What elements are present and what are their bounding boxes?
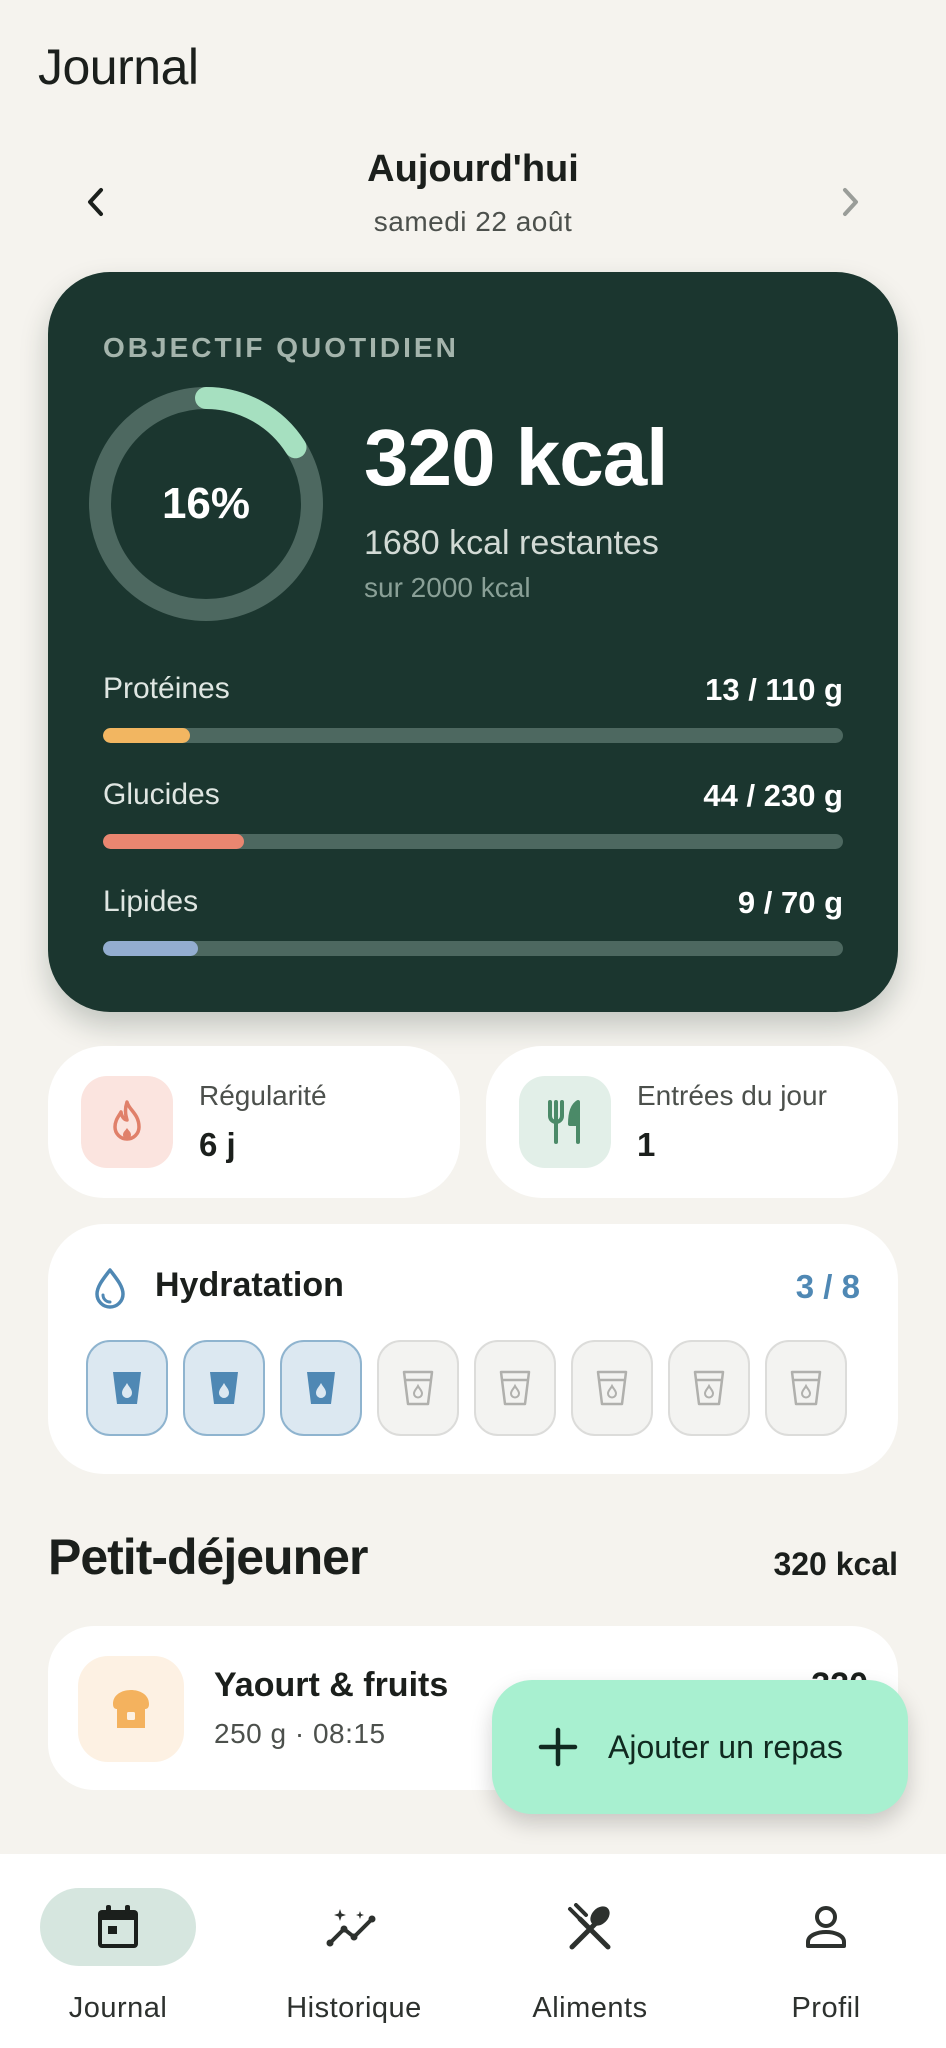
plus-icon bbox=[538, 1727, 578, 1767]
chevron-right-icon bbox=[843, 188, 858, 216]
water-glass[interactable] bbox=[474, 1340, 556, 1436]
date-title: Aujourd'hui bbox=[367, 148, 579, 190]
entries-value: 1 bbox=[637, 1126, 656, 1163]
nav-label: Profil bbox=[791, 1992, 861, 2024]
bottom-navigation: Journal Historique Aliments Profil bbox=[0, 1854, 946, 2048]
kcal-remaining: 1680 kcal restantes bbox=[364, 524, 659, 562]
add-meal-button[interactable]: Ajouter un repas bbox=[492, 1680, 908, 1814]
nav-icon-slot bbox=[276, 1888, 432, 1966]
meal-icon-badge bbox=[78, 1656, 184, 1762]
utensils-icon bbox=[548, 1100, 580, 1144]
add-meal-label: Ajouter un repas bbox=[608, 1728, 843, 1765]
kcal-consumed: 320 kcal bbox=[364, 413, 668, 502]
nav-item-journal[interactable]: Journal bbox=[0, 1888, 236, 2028]
water-glass[interactable] bbox=[668, 1340, 750, 1436]
nav-item-foods[interactable]: Aliments bbox=[472, 1888, 708, 2028]
macro-track bbox=[103, 941, 843, 956]
bread-icon bbox=[113, 1690, 149, 1728]
meal-entry-meta: 250 g · 08:15 bbox=[214, 1718, 386, 1749]
progress-percent: 16% bbox=[161, 479, 251, 528]
water-glass-full-icon bbox=[307, 1372, 335, 1404]
next-day-button[interactable] bbox=[814, 166, 886, 238]
water-glass[interactable] bbox=[280, 1340, 362, 1436]
macro-fill bbox=[103, 728, 191, 743]
meal-section-kcal: 320 kcal bbox=[773, 1546, 898, 1582]
water-drop-icon bbox=[95, 1268, 125, 1309]
water-glass[interactable] bbox=[571, 1340, 653, 1436]
date-subtitle: samedi 22 août bbox=[373, 206, 573, 237]
macro-fill bbox=[103, 834, 245, 849]
daily-goal-card: OBJECTIF QUOTIDIEN 16% 320 kcal 1680 kca… bbox=[48, 272, 898, 1012]
macro-proteins: Protéines 13 / 110 g bbox=[103, 672, 843, 756]
calendar-icon bbox=[98, 1905, 138, 1948]
water-glass-empty-icon bbox=[596, 1370, 628, 1406]
kcal-target: sur 2000 kcal bbox=[364, 572, 531, 603]
nav-active-indicator bbox=[40, 1888, 196, 1966]
water-glass[interactable] bbox=[86, 1340, 168, 1436]
nav-icon-slot bbox=[748, 1888, 904, 1966]
entries-icon-badge bbox=[519, 1076, 611, 1168]
macro-track bbox=[103, 728, 843, 743]
macro-name: Lipides bbox=[103, 885, 199, 918]
utensils-crossed-icon bbox=[568, 1903, 611, 1950]
meal-section-title: Petit-déjeuner bbox=[48, 1529, 368, 1585]
macro-name: Protéines bbox=[103, 672, 230, 705]
nav-item-profile[interactable]: Profil bbox=[708, 1888, 944, 2028]
water-glass[interactable] bbox=[377, 1340, 459, 1436]
water-glass-full-icon bbox=[113, 1372, 141, 1404]
macro-fats: Lipides 9 / 70 g bbox=[103, 885, 843, 969]
entries-label: Entrées du jour bbox=[637, 1080, 827, 1111]
macro-name: Glucides bbox=[103, 778, 220, 811]
streak-icon-badge bbox=[81, 1076, 173, 1168]
insights-icon bbox=[326, 1909, 376, 1947]
streak-label: Régularité bbox=[199, 1080, 327, 1111]
nav-label: Historique bbox=[286, 1992, 422, 2024]
macro-value: 44 / 230 g bbox=[703, 778, 843, 813]
water-glass-empty-icon bbox=[499, 1370, 531, 1406]
water-glass[interactable] bbox=[765, 1340, 847, 1436]
macro-fill bbox=[103, 941, 199, 956]
nav-item-history[interactable]: Historique bbox=[236, 1888, 472, 2028]
water-glass-empty-icon bbox=[790, 1370, 822, 1406]
water-glass-full-icon bbox=[210, 1372, 238, 1404]
entries-card[interactable]: Entrées du jour 1 bbox=[486, 1046, 898, 1198]
nav-label: Aliments bbox=[532, 1992, 648, 2024]
macro-carbs: Glucides 44 / 230 g bbox=[103, 778, 843, 862]
hydration-count: 3 / 8 bbox=[795, 1268, 860, 1305]
water-glass[interactable] bbox=[183, 1340, 265, 1436]
macro-value: 13 / 110 g bbox=[705, 672, 843, 707]
hydration-title: Hydratation bbox=[155, 1266, 344, 1304]
macro-track bbox=[103, 834, 843, 849]
meal-entry-name: Yaourt & fruits bbox=[214, 1666, 449, 1704]
date-navigator: Aujourd'hui samedi 22 août bbox=[60, 148, 886, 248]
hydration-card: Hydratation 3 / 8 bbox=[48, 1224, 898, 1474]
streak-value: 6 j bbox=[199, 1126, 236, 1163]
person-icon bbox=[806, 1906, 846, 1948]
glasses-row bbox=[86, 1340, 847, 1436]
nav-icon-slot bbox=[512, 1888, 668, 1966]
water-glass-empty-icon bbox=[402, 1370, 434, 1406]
goal-label: OBJECTIF QUOTIDIEN bbox=[103, 332, 459, 363]
water-glass-empty-icon bbox=[693, 1370, 725, 1406]
macro-value: 9 / 70 g bbox=[737, 885, 843, 920]
page-title: Journal bbox=[38, 39, 199, 95]
flame-icon bbox=[113, 1100, 141, 1141]
streak-card[interactable]: Régularité 6 j bbox=[48, 1046, 460, 1198]
nav-label: Journal bbox=[68, 1992, 168, 2024]
